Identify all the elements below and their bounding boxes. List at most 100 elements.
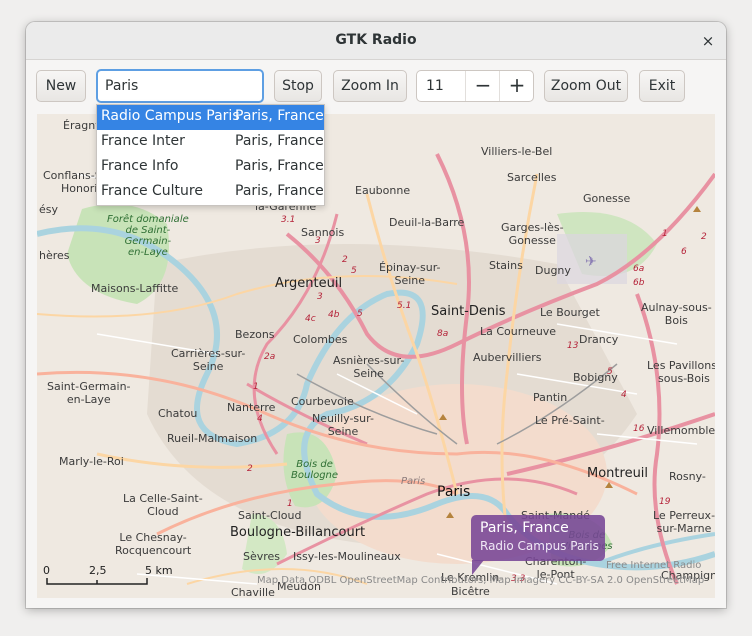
road-number: 5 — [607, 367, 613, 377]
map-label: Saint-Denis — [431, 304, 506, 319]
suggestion-name: France Inter — [101, 133, 185, 149]
zoom-level-value[interactable]: 11 — [426, 78, 444, 94]
popup-title: Paris, France — [480, 520, 569, 536]
road-number: 1 — [253, 382, 259, 392]
map-label: ésy — [39, 203, 59, 216]
popup-pointer — [472, 560, 484, 575]
map-label: Paris — [437, 484, 471, 500]
map-label: hères — [39, 249, 70, 262]
map-label: Le Bourget — [540, 306, 600, 319]
zoom-in-button[interactable]: Zoom In — [333, 70, 407, 102]
search-input[interactable]: Paris — [96, 69, 264, 103]
map-label: La Courneuve — [480, 325, 557, 338]
map-label: Bezons — [235, 328, 275, 341]
map-label: Stains — [489, 259, 523, 272]
exit-button[interactable]: Exit — [639, 70, 685, 102]
map-label: Drancy — [579, 333, 619, 346]
road-number: 1 — [662, 229, 668, 239]
map-brand: Free Internet Radio — [606, 560, 702, 571]
map-label: La Celle-Saint- Cloud — [123, 492, 203, 518]
map-label: Nanterre — [227, 401, 276, 414]
suggestion-location: Paris, France — [235, 108, 324, 124]
map-label: Villiers-le-Bel — [481, 145, 553, 158]
map-label: Sannois — [301, 226, 345, 239]
suggestion-location: Paris, France — [235, 158, 324, 174]
close-icon[interactable]: × — [696, 29, 720, 53]
road-number: 4 — [257, 414, 263, 424]
map-label: Épinay-sur- Seine — [379, 261, 441, 287]
map-label: Aulnay-sous- Bois — [641, 301, 712, 327]
suggestion-item[interactable]: France Inter Paris, France — [97, 130, 324, 155]
road-number: 6b — [633, 278, 645, 288]
suggestion-item[interactable]: France Info Paris, France — [97, 155, 324, 180]
map-label: Argenteuil — [275, 276, 343, 291]
scale-label: 5 km — [145, 564, 173, 577]
station-popup[interactable]: Paris, France Radio Campus Paris — [471, 515, 605, 561]
suggestion-location: Paris, France — [235, 183, 324, 199]
zoom-level-spinner[interactable]: 11 − + — [416, 70, 534, 102]
map-label: Carrières-sur- Seine — [171, 347, 246, 373]
map-label: Chaville — [231, 586, 275, 598]
map-label: Maisons-Laffitte — [91, 282, 179, 295]
map-label: Rosny- — [669, 470, 706, 483]
road-number: 4c — [305, 314, 316, 324]
map-label: Garges-lès- Gonesse — [501, 221, 564, 247]
map-label: Pantin — [533, 391, 568, 404]
road-number: 8a — [437, 329, 449, 339]
map-label: Forêt domaniale de Saint- Germain- en-La… — [107, 214, 189, 258]
road-number: 5 — [357, 309, 363, 319]
road-number: 13 — [567, 341, 579, 351]
minus-icon[interactable]: − — [465, 71, 500, 101]
new-button[interactable]: New — [36, 70, 86, 102]
road-number: 19 — [659, 497, 671, 507]
map-label: Asnières-sur- Seine — [333, 354, 405, 380]
suggestion-name: France Info — [101, 158, 179, 174]
map-label: Dugny — [535, 264, 571, 277]
map-label: Montreuil — [587, 466, 649, 481]
stop-button[interactable]: Stop — [274, 70, 322, 102]
suggestion-name: Radio Campus Paris — [101, 108, 240, 124]
road-number: 5.1 — [397, 301, 412, 311]
suggestion-item[interactable]: France Culture Paris, France — [97, 180, 324, 205]
road-number: 3.1 — [281, 215, 296, 225]
map-label: Le Perreux- sur-Marne — [653, 509, 715, 535]
titlebar: GTK Radio × — [26, 22, 726, 60]
suggestion-location: Paris, France — [235, 133, 324, 149]
map-label: Boulogne-Billancourt — [230, 525, 366, 540]
road-number: 2a — [264, 352, 276, 362]
road-number: 16 — [633, 424, 645, 434]
scale-label: 0 — [43, 564, 50, 577]
map-label: Colombes — [293, 333, 348, 346]
map-label: Courbevoie — [291, 395, 354, 408]
map-label: Paris — [401, 476, 426, 487]
road-number: 2 — [701, 232, 707, 242]
road-number: 4 — [621, 390, 627, 400]
road-number: 4b — [328, 310, 340, 320]
map-label: Chatou — [158, 407, 198, 420]
map-label: Les Pavillons- sous-Bois — [647, 359, 715, 385]
map-label: Bicêtre — [451, 585, 490, 598]
map-label: Deuil-la-Barre — [389, 216, 465, 229]
map-label: Le Chesnay- Rocquencourt — [115, 531, 192, 557]
map-label: Saint-Cloud — [238, 509, 302, 522]
suggestion-item[interactable]: Radio Campus Paris Paris, France — [97, 105, 324, 130]
suggestion-name: France Culture — [101, 183, 203, 199]
road-number: 2 — [247, 464, 253, 474]
map-label: Sèvres — [243, 550, 281, 563]
search-suggestions: Radio Campus Paris Paris, France France … — [96, 104, 325, 206]
road-number: 6a — [633, 264, 645, 274]
zoom-out-button[interactable]: Zoom Out — [544, 70, 628, 102]
map-label: Issy-les-Moulineaux — [293, 550, 401, 563]
map-label: Sarcelles — [507, 171, 557, 184]
airport-icon: ✈ — [585, 254, 597, 270]
plus-icon[interactable]: + — [499, 71, 534, 101]
map-label: Neuilly-sur- Seine — [312, 412, 374, 438]
road-number: 3 — [317, 292, 323, 302]
scale-label: 2,5 — [89, 564, 107, 577]
road-number: 3 — [315, 236, 321, 246]
window-title: GTK Radio — [335, 32, 417, 48]
map-label: Villemomble — [647, 424, 715, 437]
map-label: Rueil-Malmaison — [167, 432, 258, 445]
road-number: 6 — [681, 247, 687, 257]
road-number: 5 — [351, 266, 357, 276]
